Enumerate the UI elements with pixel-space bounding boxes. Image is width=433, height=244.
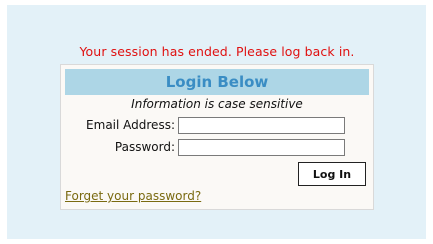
session-ended-message: Your session has ended. Please log back … <box>79 44 355 59</box>
email-field[interactable] <box>178 117 345 134</box>
forgot-password-link[interactable]: Forget your password? <box>65 189 201 203</box>
password-label: Password: <box>114 140 175 154</box>
login-header: Login Below <box>65 69 369 95</box>
log-in-button[interactable]: Log In <box>298 162 366 186</box>
email-label: Email Address: <box>86 118 175 132</box>
password-field[interactable] <box>178 139 345 156</box>
login-panel: Login Below Information is case sensitiv… <box>60 64 374 210</box>
case-sensitive-note: Information is case sensitive <box>131 97 303 111</box>
